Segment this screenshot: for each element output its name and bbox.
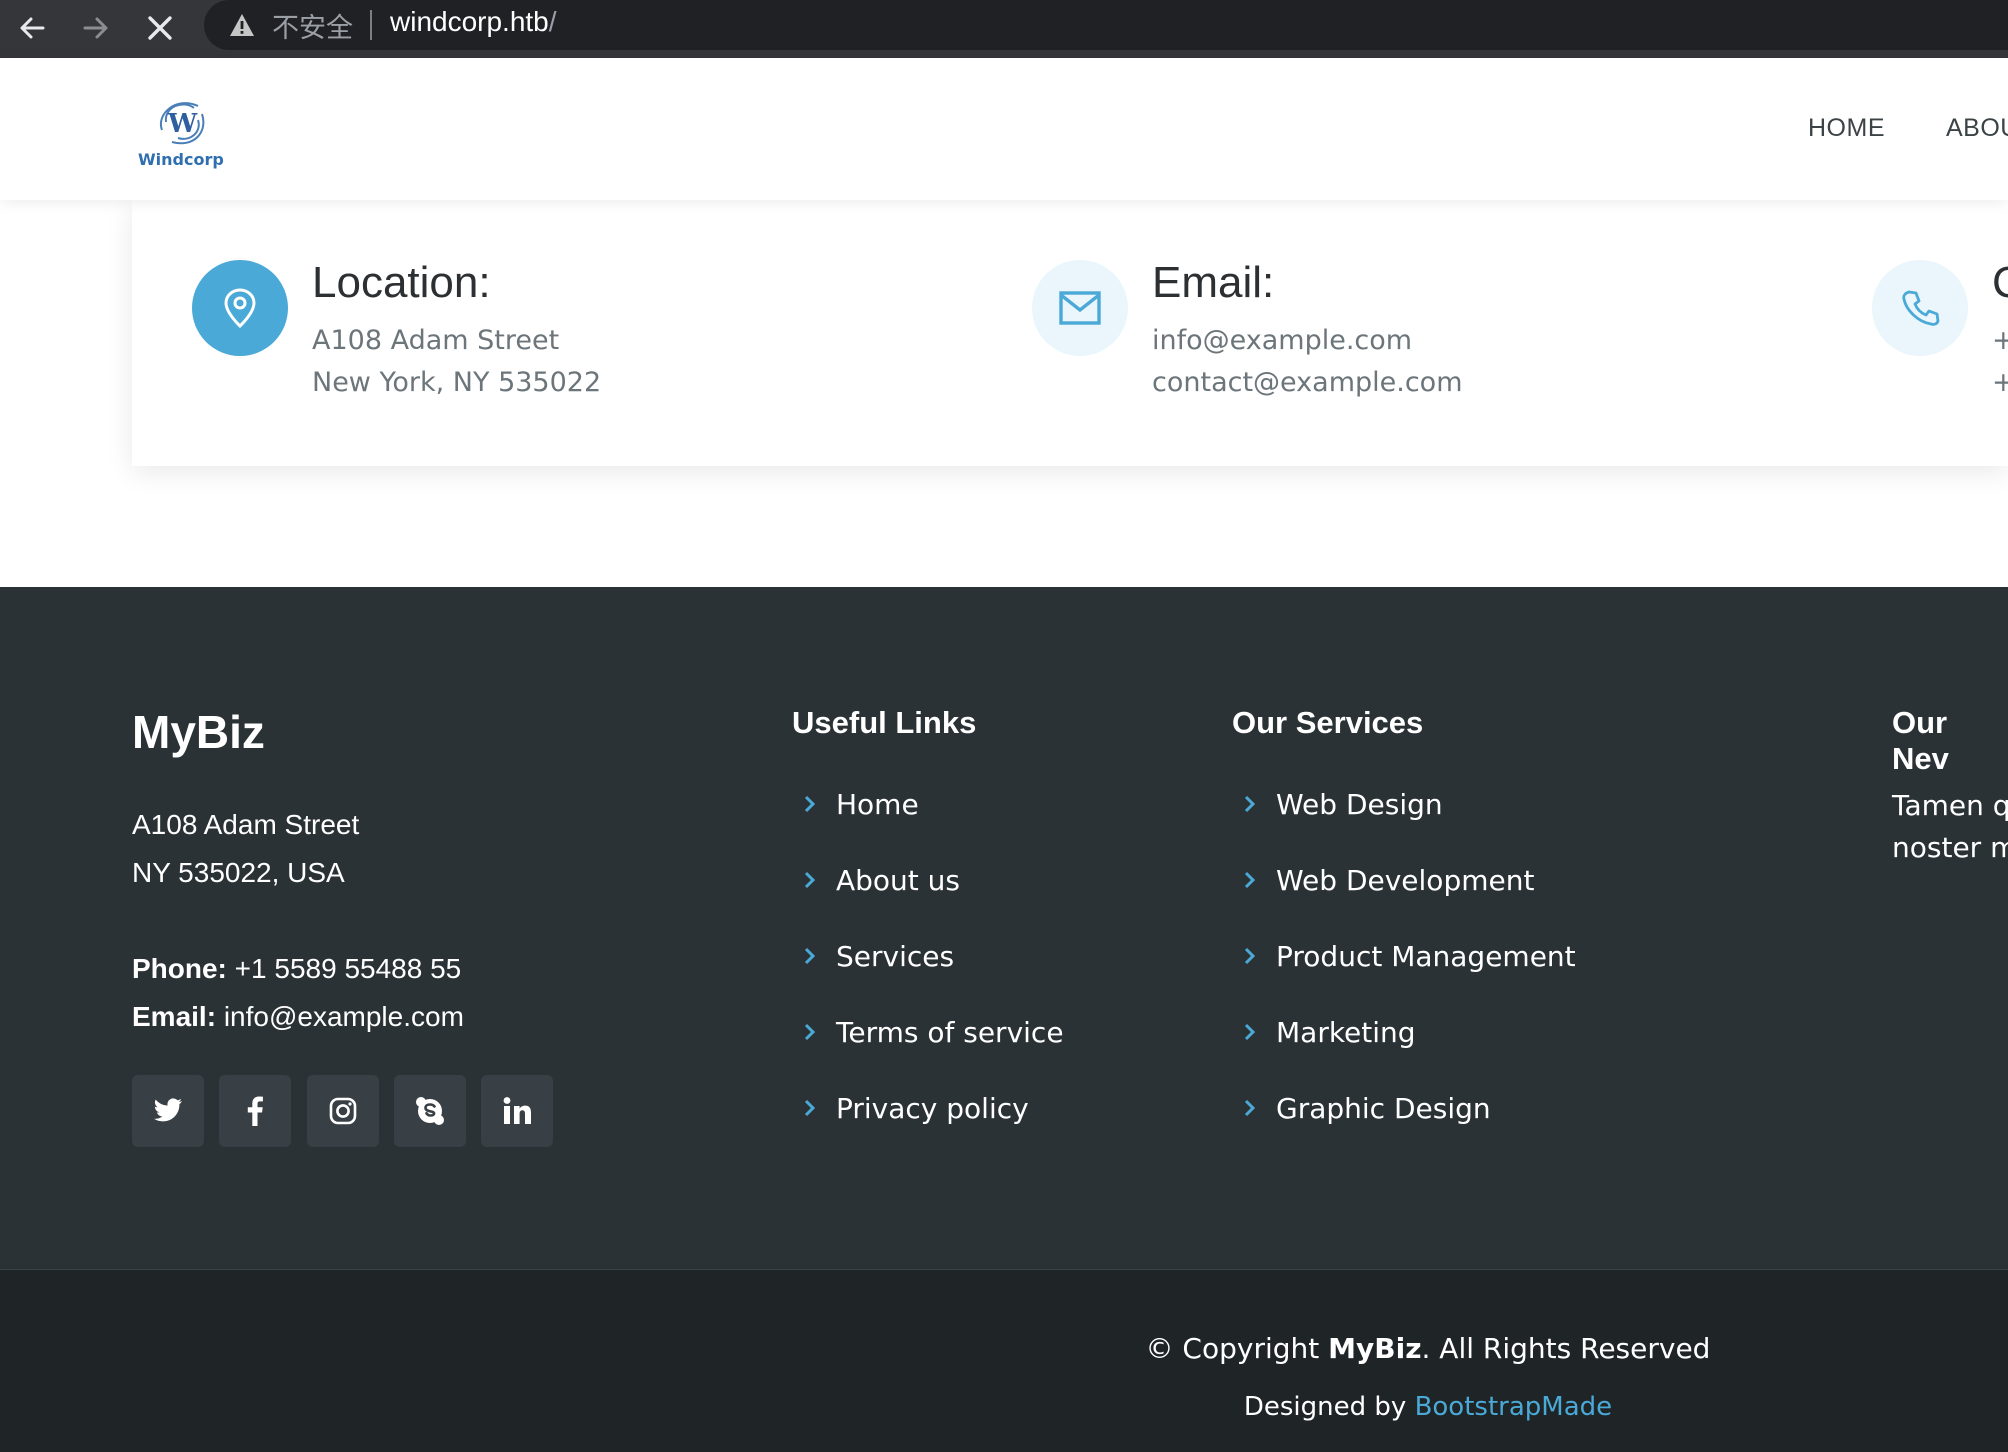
service-link-label: Product Management	[1276, 939, 1576, 973]
url-host: windcorp.htb	[390, 6, 549, 37]
site-header: W Windcorp HOME ABOU	[0, 58, 2008, 200]
email-value: info@example.com	[223, 1001, 464, 1032]
footer-link-services[interactable]: Services	[800, 936, 954, 976]
phone-icon-circle	[1872, 260, 1968, 356]
footer-address-line-2: NY 535022, USA	[132, 857, 345, 888]
footer-link-label: Services	[836, 939, 955, 973]
location-title: Location:	[312, 258, 491, 307]
email-title: Email:	[1152, 258, 1275, 307]
facebook-icon	[247, 1096, 263, 1126]
email-label: Email:	[132, 1001, 217, 1032]
footer-phone: Phone: +1 5589 55488 55	[132, 953, 461, 985]
service-link-web-development[interactable]: Web Development	[1240, 860, 1534, 900]
chevron-right-icon	[1240, 1020, 1260, 1044]
footer-brand: MyBiz	[132, 706, 265, 758]
email-icon-circle	[1032, 260, 1128, 356]
url-path: /	[548, 6, 557, 37]
copyright: © Copyright MyBiz. All Rights Reserved	[0, 1332, 2008, 1365]
useful-links-title: Useful Links	[792, 705, 977, 740]
service-link-label: Web Design	[1276, 787, 1443, 821]
phone-value: +1 5589 55488 55	[234, 953, 462, 984]
copyright-prefix: © Copyright	[1145, 1332, 1329, 1365]
service-link-label: Marketing	[1276, 1015, 1416, 1049]
nav-about[interactable]: ABOU	[1946, 114, 2008, 143]
map-pin-icon	[224, 288, 256, 329]
newsletter-text-line-2: noster m	[1892, 831, 2008, 864]
email-line-2: contact@example.com	[1152, 367, 1463, 398]
svg-text:W: W	[167, 109, 198, 139]
chevron-right-icon	[1240, 1096, 1260, 1120]
footer-link-terms[interactable]: Terms of service	[800, 1012, 1064, 1052]
service-link-marketing[interactable]: Marketing	[1240, 1012, 1416, 1052]
newsletter-text-line-1: Tamen q	[1892, 789, 2008, 822]
browser-toolbar: 不安全 windcorp.htb/	[0, 0, 2008, 58]
warning-icon	[230, 14, 254, 36]
newsletter-title: Our Nev	[1892, 705, 1949, 776]
footer-address-line-1: A108 Adam Street	[132, 809, 360, 840]
credits: Designed by BootstrapMade	[0, 1392, 2008, 1422]
chevron-right-icon	[800, 868, 820, 892]
back-button[interactable]	[8, 4, 56, 52]
arrow-right-icon	[83, 17, 108, 39]
nav-home[interactable]: HOME	[1808, 114, 1885, 143]
linkedin-button[interactable]	[481, 1075, 553, 1147]
call-line-2: +	[1992, 367, 2008, 398]
chevron-right-icon	[800, 944, 820, 968]
footer-email: Email: info@example.com	[132, 1001, 464, 1033]
contact-info-card: Location: A108 Adam Street New York, NY …	[132, 200, 2008, 466]
twitter-button[interactable]	[132, 1075, 204, 1147]
chevron-right-icon	[800, 792, 820, 816]
instagram-icon	[329, 1097, 357, 1125]
copyright-brand: MyBiz	[1328, 1332, 1422, 1365]
phone-icon	[1902, 290, 1940, 326]
service-link-label: Web Development	[1276, 863, 1535, 897]
stop-loading-button[interactable]	[136, 4, 184, 52]
address-bar[interactable]: 不安全 windcorp.htb/	[204, 0, 2008, 50]
credits-prefix: Designed by	[1243, 1392, 1415, 1422]
close-icon	[148, 16, 172, 40]
skype-button[interactable]	[394, 1075, 466, 1147]
chevron-right-icon	[1240, 792, 1260, 816]
skype-icon	[416, 1097, 444, 1125]
service-link-label: Graphic Design	[1276, 1091, 1491, 1125]
footer-link-label: Privacy policy	[836, 1091, 1029, 1125]
chevron-right-icon	[1240, 944, 1260, 968]
arrow-left-icon	[20, 17, 45, 39]
call-title: C	[1992, 258, 2008, 307]
chevron-right-icon	[800, 1020, 820, 1044]
footer-link-about[interactable]: About us	[800, 860, 960, 900]
copyright-suffix: . All Rights Reserved	[1421, 1332, 1711, 1365]
logo-text: Windcorp	[138, 150, 224, 169]
security-label: 不安全	[272, 13, 353, 44]
footer-link-home[interactable]: Home	[800, 784, 919, 824]
call-line-1: +	[1992, 325, 2008, 356]
chevron-right-icon	[800, 1096, 820, 1120]
chevron-right-icon	[1240, 868, 1260, 892]
facebook-button[interactable]	[219, 1075, 291, 1147]
service-link-product-management[interactable]: Product Management	[1240, 936, 1576, 976]
our-services-title: Our Services	[1232, 705, 1424, 740]
location-line-1: A108 Adam Street	[312, 325, 560, 356]
footer: MyBiz A108 Adam Street NY 535022, USA Ph…	[0, 587, 2008, 1269]
footer-link-label: Home	[836, 787, 919, 821]
bootstrapmade-link[interactable]: BootstrapMade	[1415, 1392, 1613, 1422]
envelope-icon	[1059, 291, 1101, 325]
forward-button[interactable]	[72, 4, 120, 52]
location-icon-circle	[192, 260, 288, 356]
footer-link-label: Terms of service	[836, 1015, 1064, 1049]
service-link-web-design[interactable]: Web Design	[1240, 784, 1443, 824]
email-line-1: info@example.com	[1152, 325, 1413, 356]
location-line-2: New York, NY 535022	[312, 367, 602, 398]
address-divider	[370, 10, 372, 40]
footer-link-privacy[interactable]: Privacy policy	[800, 1088, 1029, 1128]
service-link-graphic-design[interactable]: Graphic Design	[1240, 1088, 1491, 1128]
footer-link-label: About us	[836, 863, 961, 897]
linkedin-icon	[503, 1097, 531, 1124]
url-text[interactable]: windcorp.htb/	[390, 6, 557, 38]
twitter-icon	[154, 1098, 182, 1122]
phone-label: Phone:	[132, 953, 227, 984]
footer-bottom: © Copyright MyBiz. All Rights Reserved D…	[0, 1269, 2008, 1452]
instagram-button[interactable]	[307, 1075, 379, 1147]
